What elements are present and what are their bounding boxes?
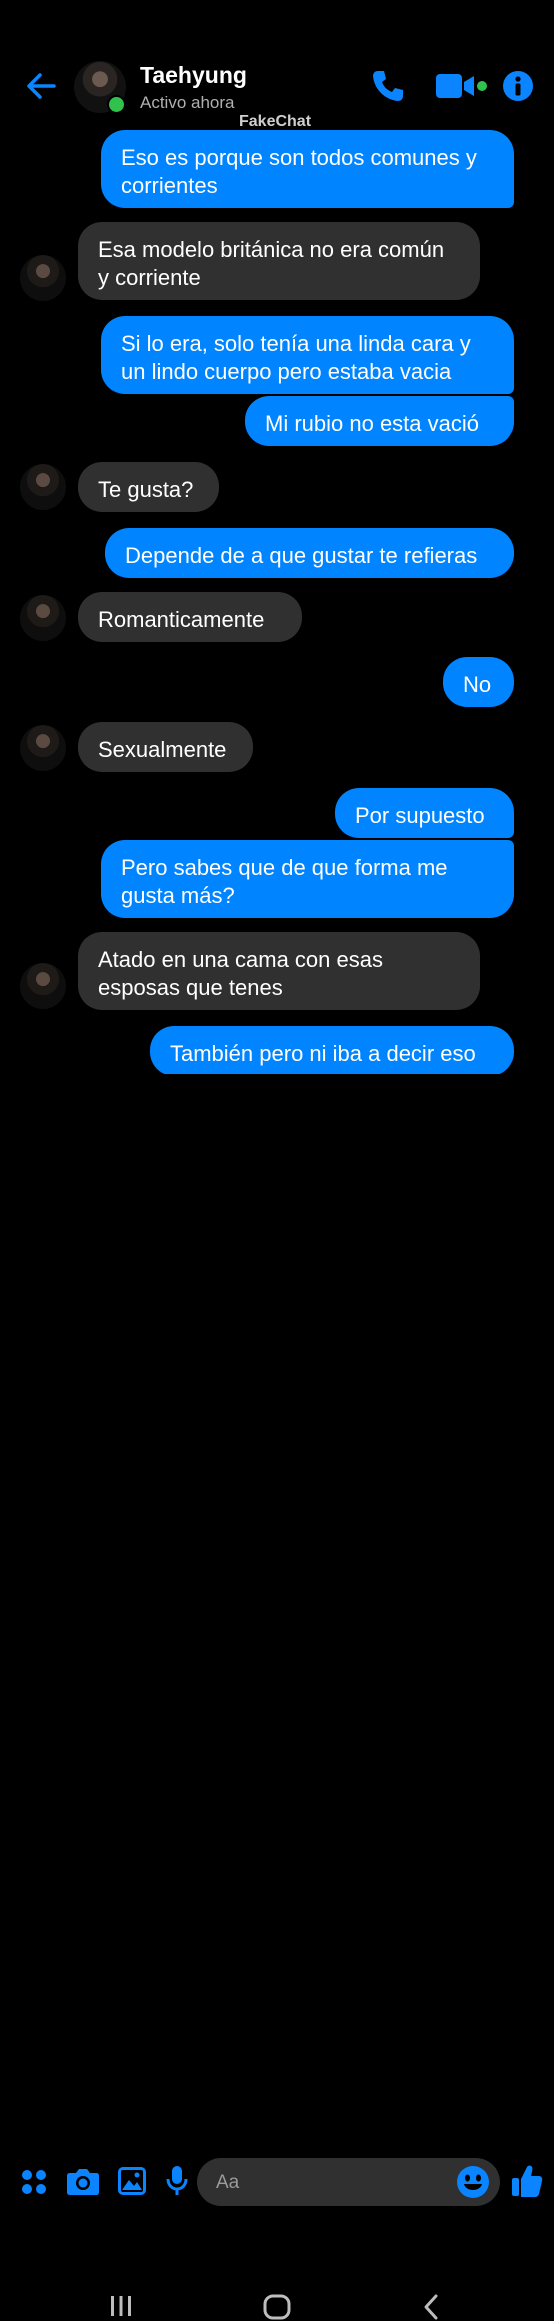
recent-apps-icon[interactable]	[108, 2294, 134, 2318]
message-input-placeholder: Aa	[216, 2172, 240, 2193]
contact-status: Activo ahora	[140, 93, 235, 112]
contact-avatar-small	[20, 255, 66, 301]
message-incoming[interactable]: Sexualmente	[78, 722, 253, 772]
back-icon[interactable]	[420, 2293, 442, 2321]
message-outgoing[interactable]: Mi rubio no esta vació	[245, 396, 514, 446]
system-navigation-bar	[0, 1140, 554, 2320]
contact-name[interactable]: Taehyung	[140, 62, 247, 89]
message-outgoing[interactable]: No	[443, 657, 514, 707]
watermark: FakeChat	[239, 113, 312, 130]
back-arrow-icon[interactable]	[24, 66, 60, 106]
camera-icon[interactable]	[66, 2166, 100, 2196]
message-outgoing[interactable]: Si lo era, solo tenía una linda cara y u…	[101, 316, 514, 394]
message-incoming[interactable]: Romanticamente	[78, 592, 302, 642]
message-incoming[interactable]: Atado en una cama con esas esposas que t…	[78, 932, 480, 1010]
info-icon[interactable]	[502, 70, 534, 102]
message-composer: Aa	[0, 1076, 554, 2206]
contact-avatar-small	[20, 464, 66, 510]
message-outgoing[interactable]: Pero sabes que de que forma me gusta más…	[101, 840, 514, 918]
contact-avatar-small	[20, 725, 66, 771]
video-camera-icon[interactable]	[434, 70, 490, 104]
microphone-icon[interactable]	[166, 2164, 188, 2198]
message-outgoing[interactable]: Por supuesto	[335, 788, 514, 838]
emoji-icon[interactable]	[456, 2165, 490, 2199]
message-input[interactable]	[197, 2158, 500, 2206]
message-outgoing[interactable]: Eso es porque son todos comunes y corrie…	[101, 130, 514, 208]
message-incoming[interactable]: Esa modelo británica no era común y corr…	[78, 222, 480, 300]
contact-avatar-small	[20, 595, 66, 641]
chat-header: Taehyung Activo ahora FakeChat	[0, 0, 554, 130]
contact-avatar-small	[20, 963, 66, 1009]
apps-grid-icon[interactable]	[20, 2168, 48, 2196]
thumbs-up-icon[interactable]	[510, 2163, 544, 2199]
message-outgoing[interactable]: También pero ni iba a decir eso	[150, 1026, 514, 1074]
message-outgoing[interactable]: Depende de a que gustar te refieras	[105, 528, 514, 578]
image-icon[interactable]	[117, 2166, 147, 2196]
home-icon[interactable]	[263, 2294, 291, 2320]
message-incoming[interactable]: Te gusta?	[78, 462, 219, 512]
online-status-dot	[107, 95, 126, 114]
phone-icon[interactable]	[370, 68, 406, 104]
